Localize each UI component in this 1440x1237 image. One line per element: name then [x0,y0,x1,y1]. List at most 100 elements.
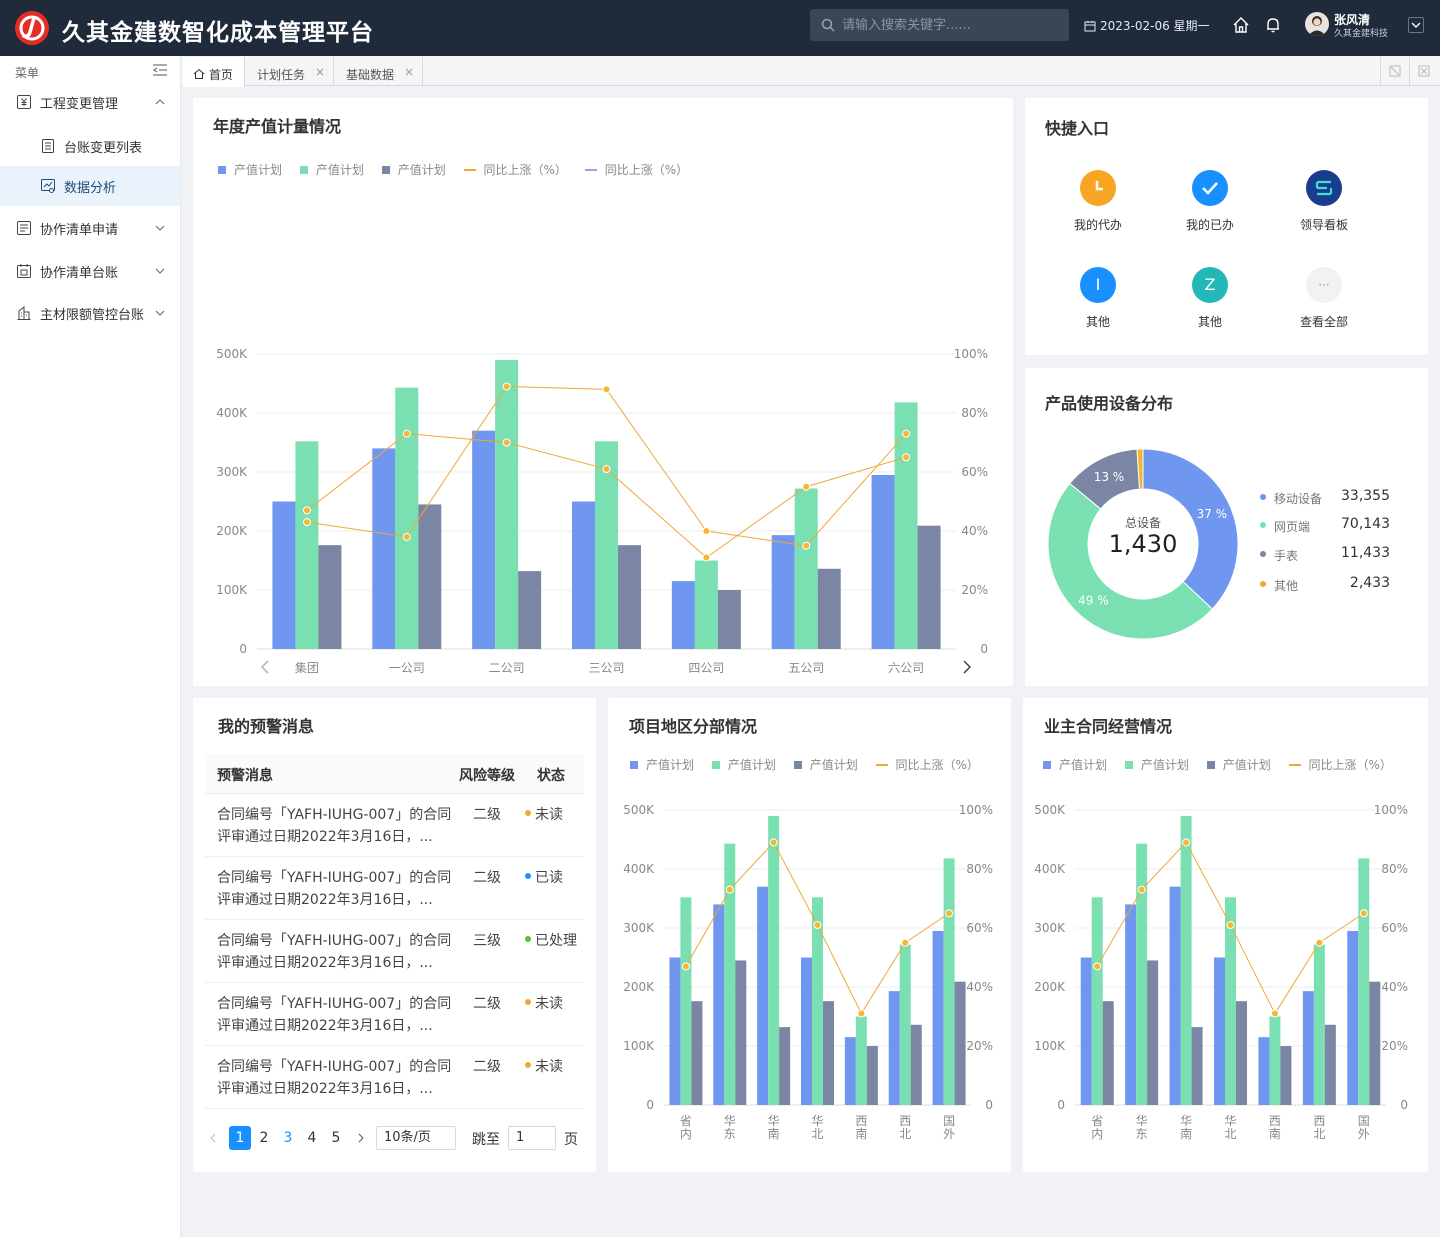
close-icon[interactable] [404,67,414,77]
home-icon [193,68,205,79]
page-button[interactable]: 4 [301,1126,323,1150]
home-icon[interactable] [1232,16,1250,34]
line-point [813,921,822,930]
legend-item[interactable]: 网页端 70,143 [1260,516,1390,536]
y-tick-label: 500K [623,803,655,817]
table-row[interactable]: 合同编号「YAFH-IUHG-007」的合同评审通过日期2022年3月16日，.… [205,857,584,920]
bar [1258,1037,1270,1105]
bar [817,568,841,649]
bar [1369,981,1381,1105]
legend-item[interactable]: 手表 11,433 [1260,545,1390,565]
bar [472,430,496,649]
sidebar-item-label: 数据分析 [64,181,117,196]
table-row[interactable]: 合同编号「YAFH-IUHG-007」的合同评审通过日期2022年3月16日，.… [205,794,584,857]
legend-item[interactable]: 同比上涨（%） [875,756,979,773]
tab-basic-data[interactable]: 基础数据 [334,57,423,86]
fullscreen-button[interactable] [1380,57,1408,85]
legend-item[interactable]: 产值计划 [1206,756,1271,773]
legend-item[interactable]: 同比上涨（%） [463,161,567,178]
page-button[interactable]: 5 [325,1126,347,1150]
tab-bar: 首页 计划任务 基础数据 [181,56,1440,87]
quick-item-todo[interactable]: 我的代办 [1058,170,1138,233]
menu-collapse-icon[interactable] [152,63,168,77]
y2-tick-label: 100% [1374,803,1408,817]
quick-item-other-i[interactable]: I 其他 [1058,267,1138,330]
legend-item[interactable]: 同比上涨（%） [1288,756,1392,773]
y2-tick-label: 80% [1381,862,1408,876]
prev-page-icon[interactable] [207,1132,219,1144]
donut-center-label: 总设备 [1124,516,1161,530]
quick-item-other-z[interactable]: Z 其他 [1170,267,1250,330]
legend-item[interactable]: 产值计划 [630,756,694,773]
y2-tick-label: 20% [1381,1039,1408,1053]
fullscreen-icon [1389,65,1401,77]
sidebar-item-label: 主材限额管控台账 [40,308,145,323]
page-size-select[interactable]: 10条/页 [376,1126,456,1150]
page-button[interactable]: 3 [277,1126,299,1150]
legend-item[interactable]: 产值计划 [218,161,282,178]
y-tick-label: 300K [216,465,248,479]
bar [1347,930,1359,1105]
line-point [945,909,954,918]
x-tick-label: 西北 [899,1114,911,1141]
search-input[interactable] [842,9,1062,41]
bar [1324,1024,1336,1105]
y2-tick-label: 0 [1400,1098,1408,1112]
line-point [702,553,711,562]
user-menu-button[interactable] [1408,17,1424,33]
bar [495,359,519,649]
legend-item[interactable]: 产值计划 [1043,756,1107,773]
tab-home[interactable]: 首页 [183,57,245,87]
legend-item[interactable]: 其他 2,433 [1260,575,1390,595]
legend-item[interactable]: 产值计划 [793,756,858,773]
line-point [1270,1009,1279,1018]
sidebar-item-label: 工程变更管理 [40,97,119,112]
y-tick-label: 200K [623,980,655,994]
bar [735,960,747,1105]
legend-item[interactable]: 同比上涨（%） [584,161,688,178]
table-row[interactable]: 合同编号「YAFH-IUHG-007」的合同评审通过日期2022年3月16日，.… [205,1046,584,1109]
quick-item-leader-board[interactable]: 领导看板 [1284,170,1364,233]
bell-icon[interactable] [1265,16,1281,34]
bar [794,488,818,649]
bar [954,981,966,1105]
sidebar-item-material-limit[interactable]: 主材限额管控台账 [0,293,180,333]
page-button[interactable]: 1 [229,1126,251,1150]
search-box[interactable] [810,9,1069,41]
sidebar-item-collab-apply[interactable]: 协作清单申请 [0,208,180,248]
sidebar-item-collab-ledger[interactable]: 协作清单台账 [0,251,180,291]
quick-item-done[interactable]: 我的已办 [1170,170,1250,233]
sidebar-item-data-analysis[interactable]: 数据分析 [0,166,180,206]
legend-item[interactable]: 产值计划 [1124,756,1189,773]
tab-plan-task[interactable]: 计划任务 [245,57,334,86]
line-point [681,962,690,971]
x-tick-label: 集团 [295,660,319,675]
sidebar-item-ledger-change-list[interactable]: 台账变更列表 [0,126,180,166]
table-row[interactable]: 合同编号「YAFH-IUHG-007」的合同评审通过日期2022年3月16日，.… [205,920,584,983]
x-tick-label: 华南 [1180,1114,1192,1141]
jump-page-input[interactable]: 1 [508,1126,556,1150]
close-all-tabs-button[interactable] [1409,57,1437,85]
top-bar: 久其金建数智化成本管理平台 2023-02-06 星期一 张风清 久其金建科技 [0,0,1440,56]
slice-label: 13 % [1094,470,1125,484]
page-button[interactable]: 2 [253,1126,275,1150]
card-title: 快捷入口 [1045,119,1110,138]
table-row[interactable]: 合同编号「YAFH-IUHG-007」的合同评审通过日期2022年3月16日，.… [205,983,584,1046]
y-tick-label: 500K [1034,803,1066,817]
bar [318,545,342,649]
legend-item[interactable]: 产值计划 [299,161,364,178]
y2-tick-label: 40% [966,980,993,994]
quick-item-view-all[interactable]: ··· 查看全部 [1284,267,1364,330]
y-tick-label: 0 [1057,1098,1065,1112]
sidebar-item-project-change[interactable]: 工程变更管理 [0,82,180,122]
avatar[interactable] [1305,12,1329,36]
legend-item[interactable]: 产值计划 [711,756,776,773]
legend-item[interactable]: 移动设备 33,355 [1260,488,1390,508]
close-icon[interactable] [315,67,325,77]
next-page-icon[interactable] [355,1132,367,1144]
x-tick-label: 省内 [1091,1114,1103,1141]
legend-item[interactable]: 产值计划 [381,161,446,178]
bar [691,1001,703,1105]
bar [1136,843,1148,1105]
line-point [402,429,411,438]
